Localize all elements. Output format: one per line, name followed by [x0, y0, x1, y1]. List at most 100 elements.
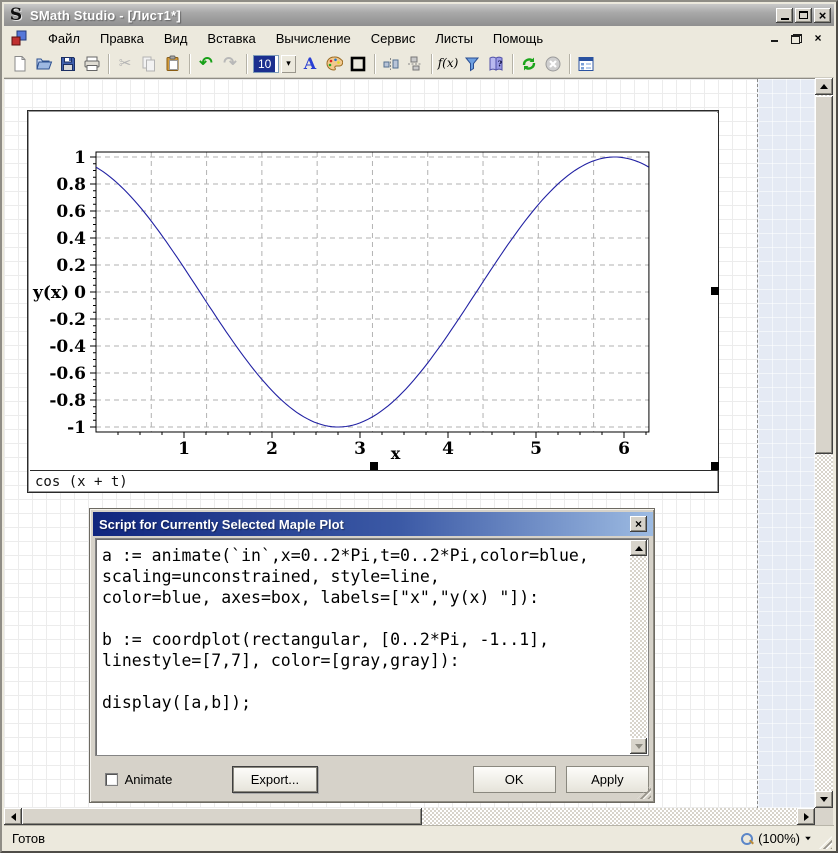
resize-handle-corner[interactable] [711, 462, 719, 470]
formula-row[interactable]: cos (x + t) [30, 471, 718, 492]
menu-item-view[interactable]: Вид [154, 28, 198, 49]
svg-text:x: x [391, 444, 401, 463]
scroll-left-button[interactable] [4, 808, 22, 825]
font-size-dropdown-button[interactable]: ▾ [281, 55, 296, 73]
options-icon [577, 55, 595, 73]
stop-icon [544, 55, 562, 73]
menu-item-file[interactable]: Файл [38, 28, 90, 49]
plot-region[interactable]: 123456-1-0.8-0.6-0.4-0.200.20.40.60.81y(… [30, 113, 718, 470]
print-button[interactable] [80, 52, 104, 76]
script-code[interactable]: a := animate(`in`,x=0..2*Pi,t=0..2*Pi,co… [102, 545, 626, 749]
palette-icon [325, 55, 343, 73]
export-button[interactable]: Export... [232, 766, 317, 793]
arrow-down-icon [635, 744, 643, 749]
minimize-button[interactable] [776, 8, 793, 23]
stop-button[interactable] [541, 52, 565, 76]
scroll-right-button[interactable] [797, 808, 815, 825]
svg-text:0.6: 0.6 [56, 202, 86, 222]
menu-item-insert[interactable]: Вставка [197, 28, 265, 49]
svg-text:-1: -1 [67, 418, 86, 438]
menu-item-calculation[interactable]: Вычисление [266, 28, 361, 49]
formula-expression[interactable]: cos (x + t) [35, 474, 128, 490]
mdi-minimize-button[interactable] [768, 32, 780, 44]
menu-item-service[interactable]: Сервис [361, 28, 426, 49]
menu-item-edit[interactable]: Правка [90, 28, 154, 49]
reference-book-button[interactable]: ? [484, 52, 508, 76]
horizontal-scrollbar[interactable] [4, 808, 815, 825]
menu-item-help[interactable]: Помощь [483, 28, 553, 49]
ok-button[interactable]: OK [473, 766, 556, 793]
filter-button[interactable] [460, 52, 484, 76]
dialog-title-bar[interactable]: Script for Currently Selected Maple Plot… [93, 512, 653, 536]
palette-button[interactable] [322, 52, 346, 76]
save-button[interactable] [56, 52, 80, 76]
animate-checkbox[interactable] [105, 773, 118, 786]
editor-scroll-up-button[interactable] [630, 540, 647, 556]
menu-item-sheets[interactable]: Листы [425, 28, 483, 49]
reference-book-icon: ? [487, 55, 505, 73]
scroll-up-button[interactable] [815, 78, 833, 95]
scroll-down-button[interactable] [815, 791, 833, 808]
filter-icon [463, 55, 481, 73]
options-button[interactable] [574, 52, 598, 76]
cut-button[interactable]: ✂ [113, 52, 137, 76]
align-vertical-icon [406, 55, 424, 73]
new-button[interactable] [8, 52, 32, 76]
svg-text:0.4: 0.4 [56, 229, 86, 249]
zoom-control[interactable]: (100%) [740, 831, 812, 846]
recalculate-button[interactable] [517, 52, 541, 76]
open-icon [35, 55, 53, 73]
align-horizontal-icon [382, 55, 400, 73]
script-editor[interactable]: a := animate(`in`,x=0..2*Pi,t=0..2*Pi,co… [95, 538, 649, 756]
maple-plot-object[interactable]: 123456-1-0.8-0.6-0.4-0.200.20.40.60.81y(… [27, 110, 719, 493]
mdi-close-button[interactable]: × [812, 32, 824, 44]
redo-button[interactable]: ↷ [218, 52, 242, 76]
svg-text:6: 6 [618, 439, 630, 459]
apply-button[interactable]: Apply [566, 766, 649, 793]
save-icon [59, 55, 77, 73]
vertical-scroll-thumb[interactable] [815, 96, 833, 454]
arrow-up-icon [635, 546, 643, 551]
font-color-icon: A [304, 56, 316, 71]
font-color-button[interactable]: A [298, 52, 322, 76]
open-button[interactable] [32, 52, 56, 76]
horizontal-scroll-thumb[interactable] [22, 808, 422, 825]
resize-handle-bottom[interactable] [370, 462, 378, 470]
close-button[interactable]: × [814, 8, 831, 23]
svg-text:1: 1 [74, 148, 86, 168]
vertical-scrollbar[interactable] [815, 78, 833, 808]
align-horizontal-button[interactable] [379, 52, 403, 76]
toolbar-separator [374, 54, 375, 74]
menu-bar: ФайлПравкаВидВставкаВычислениеСервисЛист… [4, 26, 834, 50]
scrollbar-corner [815, 808, 833, 825]
zoom-dropdown-icon[interactable] [805, 837, 811, 841]
maximize-button[interactable] [795, 8, 812, 23]
svg-text:-0.4: -0.4 [49, 337, 86, 357]
window-resize-grip[interactable] [819, 836, 832, 849]
dialog-title: Script for Currently Selected Maple Plot [99, 517, 630, 532]
function-button[interactable]: f(x) [436, 52, 460, 76]
svg-text:1: 1 [178, 439, 190, 459]
undo-button[interactable]: ↶ [194, 52, 218, 76]
editor-scrollbar[interactable] [630, 540, 647, 754]
worksheet-canvas[interactable]: 123456-1-0.8-0.6-0.4-0.200.20.40.60.81y(… [4, 78, 815, 808]
title-bar[interactable]: S SMath Studio - [Лист1*] × [4, 4, 834, 26]
svg-text:-0.8: -0.8 [49, 391, 86, 411]
svg-text:4: 4 [442, 439, 454, 459]
copy-button[interactable] [137, 52, 161, 76]
resize-handle-right[interactable] [711, 287, 719, 295]
border-button[interactable] [346, 52, 370, 76]
editor-scroll-down-button[interactable] [630, 738, 647, 754]
dialog-close-button[interactable]: × [630, 516, 647, 532]
magnifier-icon [740, 832, 754, 846]
paste-button[interactable] [161, 52, 185, 76]
align-vertical-button[interactable] [403, 52, 427, 76]
font-size-input[interactable]: 10 [253, 55, 279, 73]
editor-scroll-track[interactable] [630, 556, 647, 738]
page-margin-area [757, 79, 815, 808]
font-size-combo[interactable]: 10▾ [253, 55, 296, 73]
toolbar-separator [512, 54, 513, 74]
mdi-restore-button[interactable] [790, 32, 802, 44]
animate-label: Animate [125, 772, 173, 787]
dialog-close-icon: × [635, 517, 642, 531]
